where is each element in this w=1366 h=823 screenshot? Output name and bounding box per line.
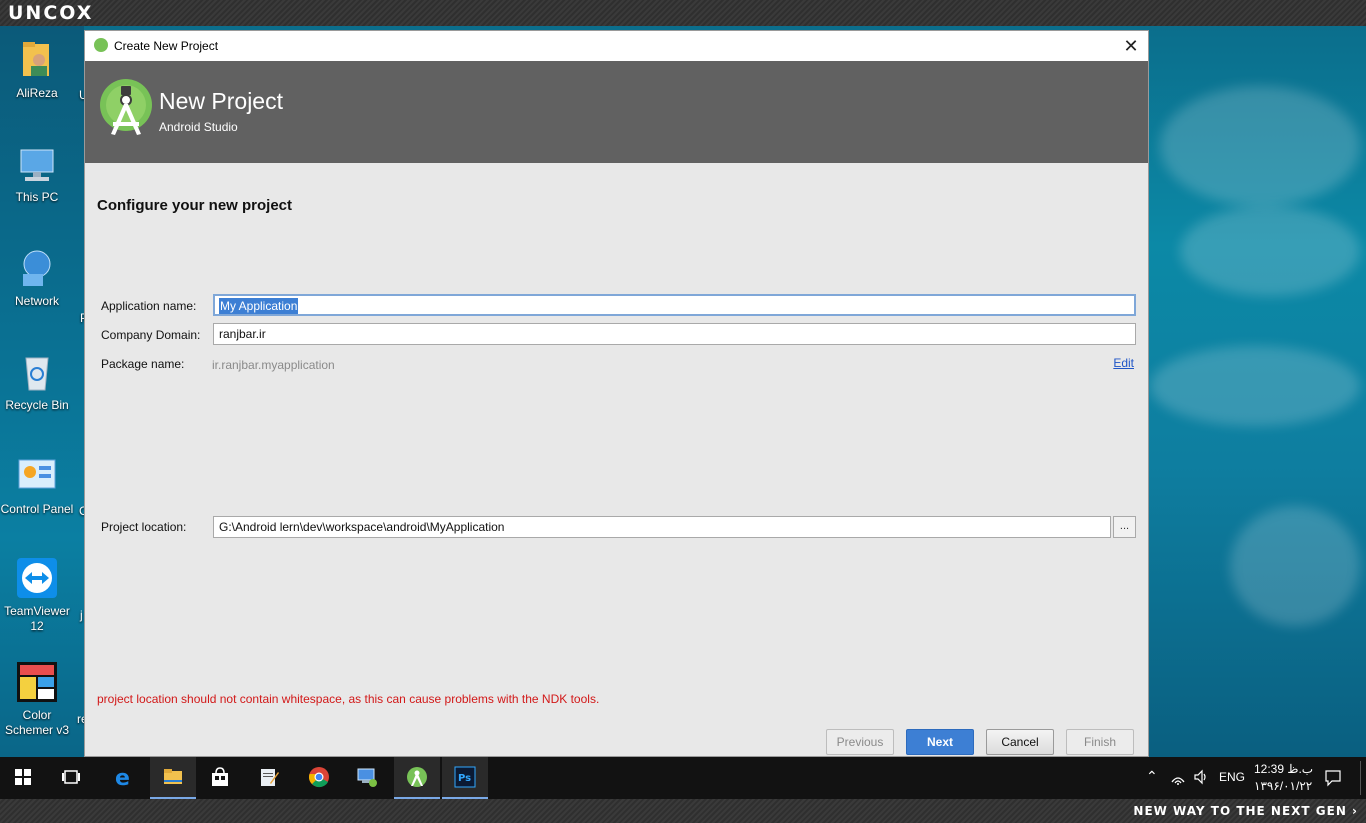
desktop-icon-recycle-bin[interactable]: Recycle Bin [0, 350, 74, 413]
edit-package-link[interactable]: Edit [1113, 356, 1134, 370]
volume-icon[interactable] [1193, 769, 1209, 785]
clipped-icon-label: j [80, 608, 83, 622]
desktop-icon-control-panel[interactable]: Control Panel [0, 454, 74, 517]
android-studio-icon [407, 767, 427, 787]
desktop-icon-network[interactable]: Network [0, 246, 74, 309]
store-icon [212, 767, 228, 786]
file-explorer-button[interactable] [150, 757, 196, 799]
photoshop-button[interactable]: Ps [442, 757, 488, 799]
next-button[interactable]: Next [906, 729, 974, 755]
action-center-icon[interactable] [1324, 769, 1342, 787]
user-folder-icon [15, 38, 59, 82]
computer-icon [15, 142, 59, 186]
windows-icon [15, 769, 31, 785]
desktop-icon-alireza[interactable]: AliReza [0, 38, 74, 101]
remote-desktop-icon [357, 768, 377, 787]
header-title: New Project [159, 88, 283, 114]
recycle-bin-icon [15, 350, 59, 394]
store-button[interactable] [197, 757, 243, 799]
desktop-icon-teamviewer[interactable]: TeamViewer 12 [0, 556, 74, 634]
water-highlight [1160, 86, 1360, 206]
water-highlight [1180, 206, 1360, 296]
brand-slogan: NEW WAY TO THE NEXT GEN › [1133, 804, 1358, 818]
finish-button[interactable]: Finish [1066, 729, 1134, 755]
package-name-label: Package name: [101, 357, 185, 371]
svg-text:e: e [115, 766, 130, 788]
company-domain-input[interactable]: ranjbar.ir [213, 323, 1136, 345]
android-studio-logo-icon [100, 79, 152, 135]
cancel-button[interactable]: Cancel [986, 729, 1054, 755]
dialog-header: New Project Android Studio [85, 61, 1148, 163]
company-domain-label: Company Domain: [101, 328, 201, 342]
section-title: Configure your new project [97, 197, 293, 214]
control-panel-icon [15, 454, 59, 498]
bottom-brand-bar: NEW WAY TO THE NEXT GEN › [0, 799, 1366, 823]
dialog-title: Create New Project [114, 39, 219, 53]
chevron-up-icon[interactable]: ⌃ [1146, 768, 1158, 785]
notepad-button[interactable] [246, 757, 292, 799]
photoshop-icon: Ps [454, 766, 476, 788]
desktop-icon-color-schemer[interactable]: Color Schemer v3 [0, 660, 74, 738]
teamviewer-icon [15, 556, 59, 600]
app-name-label: Application name: [101, 299, 197, 313]
color-schemer-icon [15, 660, 59, 704]
android-studio-icon [94, 38, 108, 52]
network-icon [15, 246, 59, 290]
desktop-icon-this-pc[interactable]: This PC [0, 142, 74, 205]
show-desktop-button[interactable] [1360, 761, 1365, 795]
water-highlight [1150, 346, 1360, 426]
previous-button[interactable]: Previous [826, 729, 894, 755]
taskbar: e Ps ⌃ ENG 12:39 ب.ظ ۱۳۹۶/۰۱/۲۲ [0, 757, 1366, 799]
folder-icon [164, 769, 182, 784]
start-button[interactable] [0, 757, 46, 799]
svg-text:Ps: Ps [458, 773, 471, 784]
brand-logo: UNCOX [8, 2, 94, 24]
task-view-button[interactable] [48, 757, 94, 799]
project-location-input[interactable]: G:\Android lern\dev\workspace\android\My… [213, 516, 1111, 538]
app-name-input[interactable] [213, 294, 1136, 316]
app-name-value[interactable]: My Application [219, 298, 299, 314]
notepad-icon [261, 769, 279, 786]
package-name-value: ir.ranjbar.myapplication [212, 358, 335, 372]
error-message: project location should not contain whit… [97, 692, 600, 706]
water-highlight [1230, 506, 1360, 626]
dialog-titlebar[interactable]: Create New Project ✕ [85, 31, 1148, 61]
android-studio-button[interactable] [394, 757, 440, 799]
task-view-icon [62, 770, 80, 784]
clock-date[interactable]: ۱۳۹۶/۰۱/۲۲ [1254, 779, 1312, 793]
chrome-icon [309, 767, 329, 788]
wifi-icon[interactable] [1170, 770, 1186, 786]
edge-icon: e [115, 766, 130, 788]
header-subtitle: Android Studio [159, 120, 238, 134]
remote-desktop-button[interactable] [344, 757, 390, 799]
top-brand-bar: UNCOX [0, 0, 1366, 26]
close-button[interactable]: ✕ [1120, 35, 1142, 57]
browse-button[interactable]: ... [1113, 516, 1136, 538]
create-new-project-dialog: Create New Project ✕ New Project Android… [84, 30, 1149, 757]
clock-time[interactable]: 12:39 ب.ظ [1254, 762, 1313, 776]
language-indicator[interactable]: ENG [1219, 770, 1245, 784]
edge-button[interactable]: e [100, 757, 146, 799]
chrome-button[interactable] [296, 757, 342, 799]
project-location-label: Project location: [101, 520, 187, 534]
